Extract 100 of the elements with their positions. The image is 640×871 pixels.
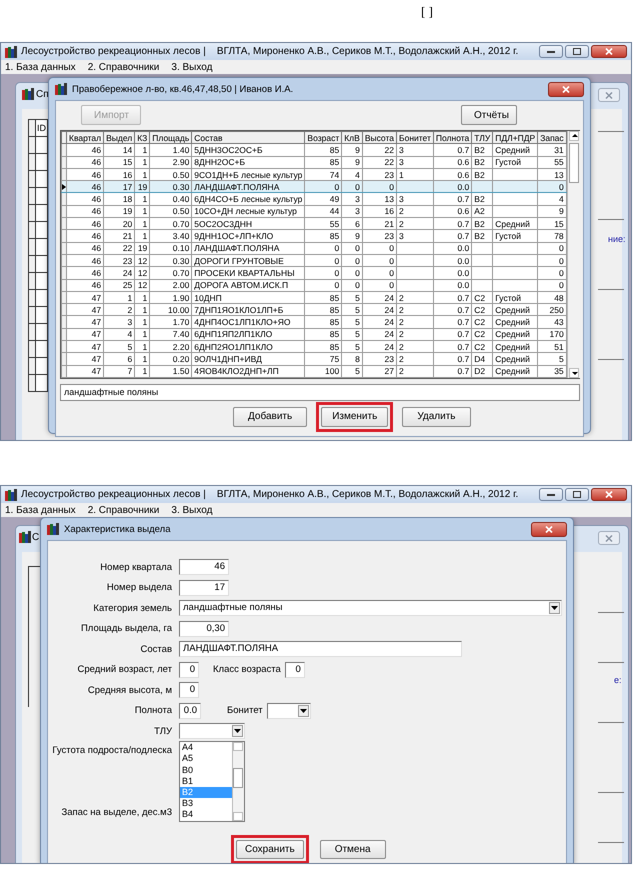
- column-header: Площадь: [150, 132, 192, 144]
- close-button[interactable]: [591, 45, 627, 58]
- field-label: Класс возраста: [213, 664, 281, 676]
- table-cell: 0.30: [150, 180, 192, 193]
- table-row[interactable]: 47 7 1 1.50 4ЯОВ4КЛО2ДНП+ЛП 100 5 27 2 0.7 D2 Средний 35: [62, 365, 566, 378]
- table-cell: 0.0: [433, 242, 472, 254]
- table-row[interactable]: 47 1 1 1.90 10ДНП 85 5 24 2 0.7 C2 Густой 48: [62, 291, 566, 304]
- scroll-bar[interactable]: [232, 742, 244, 822]
- action-button[interactable]: Сохранить: [236, 840, 304, 859]
- table-row[interactable]: 46 22 19 0.10 ЛАНДШАФТ.ПОЛЯНА 0 0 0 0.0 0: [62, 242, 566, 254]
- table-row[interactable]: 46 18 1 0.40 6ДН4СО+Б лесные культур 49 3 13 3 0.7 B2 4: [62, 192, 566, 206]
- scroll-bar[interactable]: [566, 131, 580, 378]
- minimize-button[interactable]: [539, 45, 563, 58]
- table-row[interactable]: 46 21 1 3.40 9ДНН1ОС+ЛП+КЛО 85 9 23 3 0.7 B2 Густой 78: [62, 230, 566, 242]
- maximize-button[interactable]: [565, 488, 589, 501]
- table-cell: 2: [396, 365, 434, 378]
- table-cell: 0.7: [433, 365, 472, 378]
- menu-item[interactable]: 3. Выход: [171, 504, 212, 516]
- table-cell: 0: [342, 279, 362, 292]
- dropdown-field[interactable]: ландшафтные поляны: [179, 600, 562, 616]
- table-row[interactable]: 46 14 1 1.40 5ДНН3ОС2ОС+Б 85 9 22 3 0.7 B2 Средний 31: [62, 144, 566, 156]
- action-button[interactable]: Добавить: [233, 406, 308, 427]
- table-cell: 1: [134, 291, 150, 304]
- dropdown-field[interactable]: [266, 702, 311, 719]
- input-field[interactable]: 0,30: [179, 620, 229, 637]
- list-option[interactable]: B3: [180, 798, 232, 810]
- table-cell: 5ДНН3ОС2ОС+Б: [192, 144, 305, 156]
- table-row[interactable]: 47 2 1 10.00 7ДНП1ЯО1КЛО1ЛП+Б 85 5 24 2 0.7 C2 Средний 250: [62, 304, 566, 316]
- menu-item[interactable]: 2. Справочники: [88, 504, 160, 516]
- table-cell: 3: [396, 156, 434, 168]
- table-cell: 0: [362, 266, 397, 280]
- close-button[interactable]: [548, 82, 584, 96]
- reports-button[interactable]: Отчёты: [461, 105, 517, 125]
- input-field[interactable]: 0: [284, 662, 305, 678]
- action-button[interactable]: Удалить: [402, 406, 470, 427]
- table-cell: 0: [304, 242, 342, 254]
- table-cell: 3: [396, 192, 434, 206]
- table-cell: 5ОС2ОС3ДНН: [192, 218, 305, 230]
- table-cell: 250: [538, 304, 566, 316]
- menu-item[interactable]: 2. Справочники: [88, 62, 160, 72]
- list-option[interactable]: B4: [180, 809, 232, 821]
- text-field[interactable]: ландшафтные поляны: [60, 384, 580, 401]
- table-row[interactable]: 47 5 1 2.20 6ДНП2ЯО1ЛП1КЛО 85 5 24 2 0.7 C2 Средний 51: [62, 340, 566, 353]
- table-row[interactable]: 46 15 1 2.90 8ДНН2ОС+Б 85 9 22 3 0.6 B2 Густой 55: [62, 156, 566, 168]
- table-cell: 0.7: [433, 192, 472, 206]
- table-cell: 3: [396, 230, 434, 242]
- table-cell: 46: [66, 230, 104, 242]
- input-field[interactable]: ЛАНДШАФТ.ПОЛЯНА: [179, 641, 462, 658]
- table-cell: 47: [66, 352, 104, 366]
- table-cell: 2: [396, 340, 434, 353]
- table-cell: 5: [342, 304, 362, 316]
- table-cell: 100: [304, 365, 342, 378]
- table-cell: 0: [342, 254, 362, 267]
- table-cell: 1: [134, 205, 150, 218]
- table-cell: 1: [134, 316, 150, 328]
- table-cell: 0: [538, 266, 566, 280]
- table-row[interactable]: 46 25 12 2.00 ДОРОГА АВТОМ.ИСК.П 0 0 0 0.0 0: [62, 279, 566, 292]
- table-row[interactable]: 46 23 12 0.30 ДОРОГИ ГРУНТОВЫЕ 0 0 0 0.0 0: [62, 254, 566, 267]
- table-row[interactable]: 47 3 1 1.70 4ДНП4ОС1ЛП1КЛО+ЯО 85 5 24 2 0.7 C2 Средний 43: [62, 316, 566, 328]
- table-cell: Средний: [492, 328, 538, 341]
- input-field[interactable]: 0.0: [179, 702, 201, 719]
- table-row[interactable]: 47 6 1 0.20 9ОЛЧ1ДНП+ИВД 75 8 23 2 0.7 D4 Средний 5: [62, 352, 566, 366]
- action-button[interactable]: Отмена: [320, 840, 386, 859]
- table-cell: 19: [104, 205, 135, 218]
- list-option[interactable]: A4: [180, 742, 232, 754]
- minimize-button[interactable]: [539, 488, 563, 501]
- table-cell: A2: [472, 205, 493, 218]
- list-option[interactable]: B0: [180, 764, 232, 776]
- table-cell: 3: [342, 205, 362, 218]
- menu-item[interactable]: 3. Выход: [171, 62, 212, 72]
- table-row[interactable]: 46 20 1 0.70 5ОС2ОС3ДНН 55 6 21 2 0.7 B2 Средний 15: [62, 218, 566, 230]
- table-row[interactable]: 46 24 12 0.70 ПРОСЕКИ КВАРТАЛЬНЫ 0 0 0 0.0 0: [62, 266, 566, 280]
- input-field[interactable]: 17: [179, 580, 229, 596]
- list-option[interactable]: A5: [180, 753, 232, 765]
- list-option[interactable]: B1: [180, 776, 232, 787]
- dialog-title: Правобережное л-во, кв.46,47,48,50 | Иванов И.А.: [72, 84, 294, 94]
- dropdown-field[interactable]: [179, 723, 245, 740]
- table-cell: 31: [538, 144, 566, 156]
- table-cell: Средний: [492, 144, 538, 156]
- table-cell: 85: [304, 291, 342, 304]
- table-cell: 24: [362, 316, 397, 328]
- close-button[interactable]: [591, 488, 627, 501]
- input-field[interactable]: 46: [179, 559, 229, 576]
- table-cell: Средний: [492, 352, 538, 366]
- table-row[interactable]: 47 4 1 7.40 6ДНП1ЯП2ЛП1КЛО 85 5 24 2 0.7 C2 Средний 170: [62, 328, 566, 341]
- table-cell: C2: [472, 340, 493, 353]
- table-cell: Средний: [492, 365, 538, 378]
- maximize-icon: [573, 491, 581, 498]
- menu-item[interactable]: 1. База данных: [5, 62, 76, 72]
- table-row[interactable]: 46 19 1 0.50 10СО+ДН лесные культур 44 3 16 2 0.6 A2 9: [62, 205, 566, 218]
- maximize-button[interactable]: [565, 45, 589, 58]
- table-cell: 51: [538, 340, 566, 353]
- input-field[interactable]: 0: [179, 662, 199, 678]
- table-row[interactable]: 46 17 19 0.30 ЛАНДШАФТ.ПОЛЯНА 0 0 0 0.0 0: [62, 180, 566, 193]
- close-button[interactable]: [531, 522, 567, 536]
- action-button[interactable]: Изменить: [321, 406, 388, 427]
- menu-item[interactable]: 1. База данных: [5, 504, 76, 516]
- minimize-icon: [547, 493, 555, 496]
- table-cell: 9ДНН1ОС+ЛП+КЛО: [192, 230, 305, 242]
- input-field[interactable]: 0: [179, 682, 199, 698]
